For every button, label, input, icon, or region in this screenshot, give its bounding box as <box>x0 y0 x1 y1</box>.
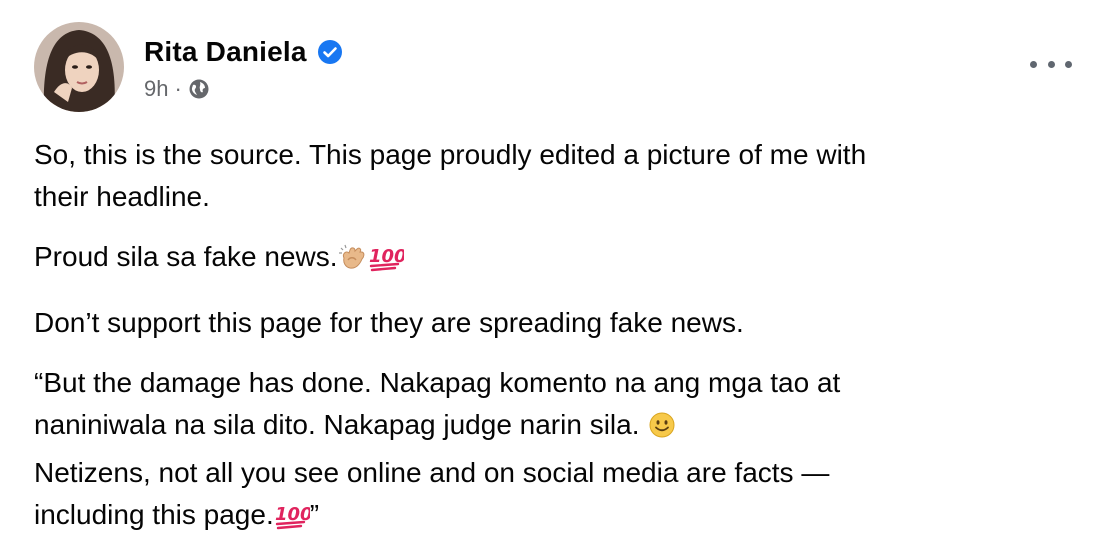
dot <box>1047 60 1055 68</box>
dot <box>1030 60 1037 68</box>
text-line: “But the damage has done. Nakapag koment… <box>34 367 841 398</box>
paragraph-3: Don’t support this page for they are spr… <box>34 302 1074 344</box>
post-meta: Rita Daniela 9h · <box>144 32 343 102</box>
text-line: Proud sila sa fake news. 100 <box>34 236 1074 284</box>
post-subtitle: 9h · <box>144 76 343 102</box>
globe-icon[interactable] <box>188 78 210 100</box>
clapping-hands-emoji <box>338 242 368 284</box>
text-line-content: including this page. <box>34 499 274 530</box>
text-line: their headline. <box>34 181 210 212</box>
text-line: Netizens, not all you see online and on … <box>34 457 830 488</box>
paragraph-2: Proud sila sa fake news. 100 <box>34 236 1074 284</box>
text-line-content: Proud sila sa fake news. <box>34 241 338 272</box>
facebook-post: Rita Daniela 9h · So, this is the source… <box>0 0 1120 560</box>
text-line: naniniwala na sila dito. Nakapag judge n… <box>34 404 1074 452</box>
post-header: Rita Daniela 9h · <box>34 22 343 112</box>
avatar[interactable] <box>34 22 124 112</box>
post-time[interactable]: 9h <box>144 76 168 102</box>
separator: · <box>174 76 182 101</box>
smiling-face-emoji <box>647 410 677 452</box>
author-name[interactable]: Rita Daniela <box>144 36 307 68</box>
dot <box>1065 60 1072 68</box>
paragraph-4: “But the damage has done. Nakapag koment… <box>34 362 1074 542</box>
hundred-points-emoji: 100 <box>274 500 312 542</box>
closing-quote: ” <box>309 499 320 530</box>
hundred-points-emoji: 100 <box>368 242 406 284</box>
text-line: Don’t support this page for they are spr… <box>34 307 744 338</box>
text-line-content: naniniwala na sila dito. Nakapag judge n… <box>34 409 648 440</box>
verified-badge-icon <box>317 39 343 65</box>
text-line: So, this is the source. This page proudl… <box>34 139 867 170</box>
text-line: including this page. 100” <box>34 494 1074 542</box>
more-options-icon[interactable] <box>1030 55 1072 73</box>
post-text: So, this is the source. This page proudl… <box>34 134 1074 560</box>
author-row: Rita Daniela <box>144 32 343 72</box>
paragraph-1: So, this is the source. This page proudl… <box>34 134 1074 218</box>
